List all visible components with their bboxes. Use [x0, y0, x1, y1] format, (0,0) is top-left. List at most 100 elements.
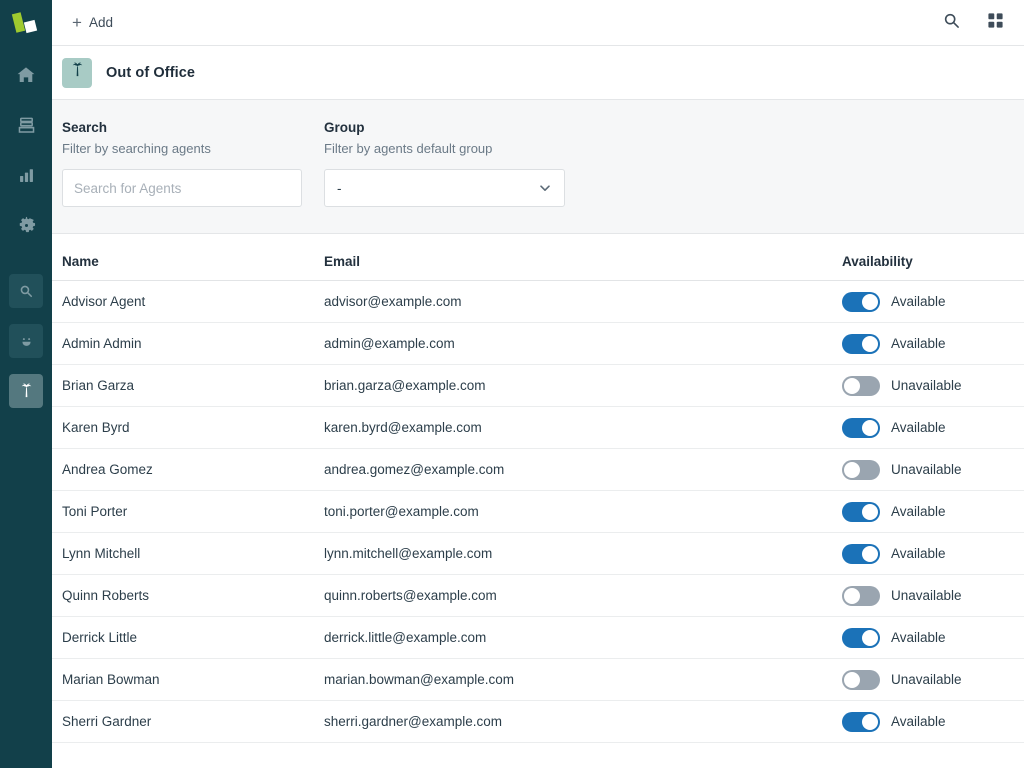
- availability-cell: Available: [842, 628, 1024, 648]
- agent-name: Andrea Gomez: [62, 462, 324, 477]
- agent-name: Marian Bowman: [62, 672, 324, 687]
- page-header: Out of Office: [52, 46, 1024, 100]
- availability-label: Unavailable: [891, 462, 962, 477]
- column-header-availability[interactable]: Availability: [842, 254, 1024, 269]
- palm-tree-icon: [18, 383, 35, 400]
- toggle-knob: [862, 714, 878, 730]
- table-row[interactable]: Toni Portertoni.porter@example.comAvaila…: [52, 491, 1024, 533]
- toggle-knob: [862, 504, 878, 520]
- availability-label: Available: [891, 420, 946, 435]
- availability-cell: Unavailable: [842, 460, 1024, 480]
- availability-toggle[interactable]: [842, 712, 880, 732]
- main-area: + Add: [52, 0, 1024, 768]
- table-row[interactable]: Quinn Robertsquinn.roberts@example.comUn…: [52, 575, 1024, 617]
- availability-cell: Available: [842, 418, 1024, 438]
- sidebar-item-overviews[interactable]: [9, 108, 43, 142]
- smiley-icon: [19, 334, 34, 349]
- availability-cell: Available: [842, 292, 1024, 312]
- column-header-email[interactable]: Email: [324, 254, 842, 269]
- add-button-label: Add: [89, 15, 113, 30]
- availability-toggle[interactable]: [842, 418, 880, 438]
- table-row[interactable]: Marian Bowmanmarian.bowman@example.comUn…: [52, 659, 1024, 701]
- palm-tree-icon: [69, 62, 86, 84]
- agent-email: andrea.gomez@example.com: [324, 462, 842, 477]
- toggle-knob: [862, 546, 878, 562]
- apps-grid-button[interactable]: [980, 8, 1010, 38]
- availability-toggle[interactable]: [842, 376, 880, 396]
- availability-cell: Unavailable: [842, 670, 1024, 690]
- group-select[interactable]: -: [324, 169, 565, 207]
- availability-toggle[interactable]: [842, 670, 880, 690]
- sidebar: [0, 0, 52, 768]
- taskbar-item-out-of-office[interactable]: [9, 374, 43, 408]
- column-header-name[interactable]: Name: [62, 254, 324, 269]
- availability-label: Available: [891, 714, 946, 729]
- availability-toggle[interactable]: [842, 292, 880, 312]
- agent-name: Lynn Mitchell: [62, 546, 324, 561]
- toggle-knob: [862, 630, 878, 646]
- agent-name: Quinn Roberts: [62, 588, 324, 603]
- availability-toggle[interactable]: [842, 544, 880, 564]
- availability-toggle[interactable]: [842, 628, 880, 648]
- table-row[interactable]: Derrick Littlederrick.little@example.com…: [52, 617, 1024, 659]
- add-button[interactable]: + Add: [64, 11, 121, 34]
- agent-email: toni.porter@example.com: [324, 504, 842, 519]
- global-search-button[interactable]: [936, 8, 966, 38]
- agent-email: admin@example.com: [324, 336, 842, 351]
- search-input[interactable]: [62, 169, 302, 207]
- sidebar-item-home[interactable]: [9, 58, 43, 92]
- availability-cell: Unavailable: [842, 376, 1024, 396]
- availability-label: Unavailable: [891, 588, 962, 603]
- agent-email: sherri.gardner@example.com: [324, 714, 842, 729]
- availability-toggle[interactable]: [842, 460, 880, 480]
- table-row[interactable]: Admin Adminadmin@example.comAvailable: [52, 323, 1024, 365]
- agent-name: Sherri Gardner: [62, 714, 324, 729]
- availability-cell: Available: [842, 544, 1024, 564]
- group-select-value: -: [337, 181, 342, 196]
- availability-toggle[interactable]: [842, 502, 880, 522]
- grid-apps-icon: [987, 12, 1004, 34]
- table-row[interactable]: Andrea Gomezandrea.gomez@example.com Unav…: [52, 449, 1024, 491]
- availability-toggle[interactable]: [842, 586, 880, 606]
- search-filter-label: Search: [62, 120, 302, 135]
- table-row[interactable]: Advisor Agentadvisor@example.comAvailabl…: [52, 281, 1024, 323]
- availability-cell: Available: [842, 334, 1024, 354]
- availability-label: Available: [891, 630, 946, 645]
- availability-cell: Available: [842, 712, 1024, 732]
- availability-cell: Unavailable: [842, 586, 1024, 606]
- sidebar-item-reporting[interactable]: [9, 158, 43, 192]
- toggle-knob: [862, 294, 878, 310]
- taskbar-item-search[interactable]: [9, 274, 43, 308]
- toggle-knob: [844, 672, 860, 688]
- group-filter-group: Group Filter by agents default group -: [324, 120, 565, 209]
- search-filter-group: Search Filter by searching agents: [62, 120, 302, 209]
- agent-name: Derrick Little: [62, 630, 324, 645]
- availability-label: Unavailable: [891, 378, 962, 393]
- table-body: Advisor Agentadvisor@example.comAvailabl…: [52, 281, 1024, 743]
- availability-cell: Available: [842, 502, 1024, 522]
- availability-label: Available: [891, 504, 946, 519]
- table-header-row: Name Email Availability: [52, 234, 1024, 281]
- page-header-badge: [62, 58, 92, 88]
- topbar: + Add: [52, 0, 1024, 46]
- taskbar-item-customer-chat[interactable]: [9, 324, 43, 358]
- agent-email: karen.byrd@example.com: [324, 420, 842, 435]
- app-logo[interactable]: [0, 0, 52, 46]
- table-row[interactable]: Lynn Mitchelllynn.mitchell@example.comAv…: [52, 533, 1024, 575]
- agent-email: brian.garza@example.com: [324, 378, 842, 393]
- toggle-knob: [844, 462, 860, 478]
- agent-email: marian.bowman@example.com: [324, 672, 842, 687]
- page-title: Out of Office: [106, 65, 195, 81]
- sidebar-item-settings[interactable]: [9, 208, 43, 242]
- table-row[interactable]: Sherri Gardnersherri.gardner@example.com…: [52, 701, 1024, 743]
- availability-toggle[interactable]: [842, 334, 880, 354]
- agent-email: advisor@example.com: [324, 294, 842, 309]
- agent-email: lynn.mitchell@example.com: [324, 546, 842, 561]
- gear-icon: [17, 216, 36, 235]
- filter-bar: Search Filter by searching agents Group …: [52, 100, 1024, 234]
- logo-white-square: [24, 20, 37, 33]
- table-row[interactable]: Karen Byrdkaren.byrd@example.comAvailabl…: [52, 407, 1024, 449]
- toggle-knob: [862, 420, 878, 436]
- table-row[interactable]: Brian Garzabrian.garza@example.comUnavai…: [52, 365, 1024, 407]
- chevron-down-icon: [538, 181, 552, 195]
